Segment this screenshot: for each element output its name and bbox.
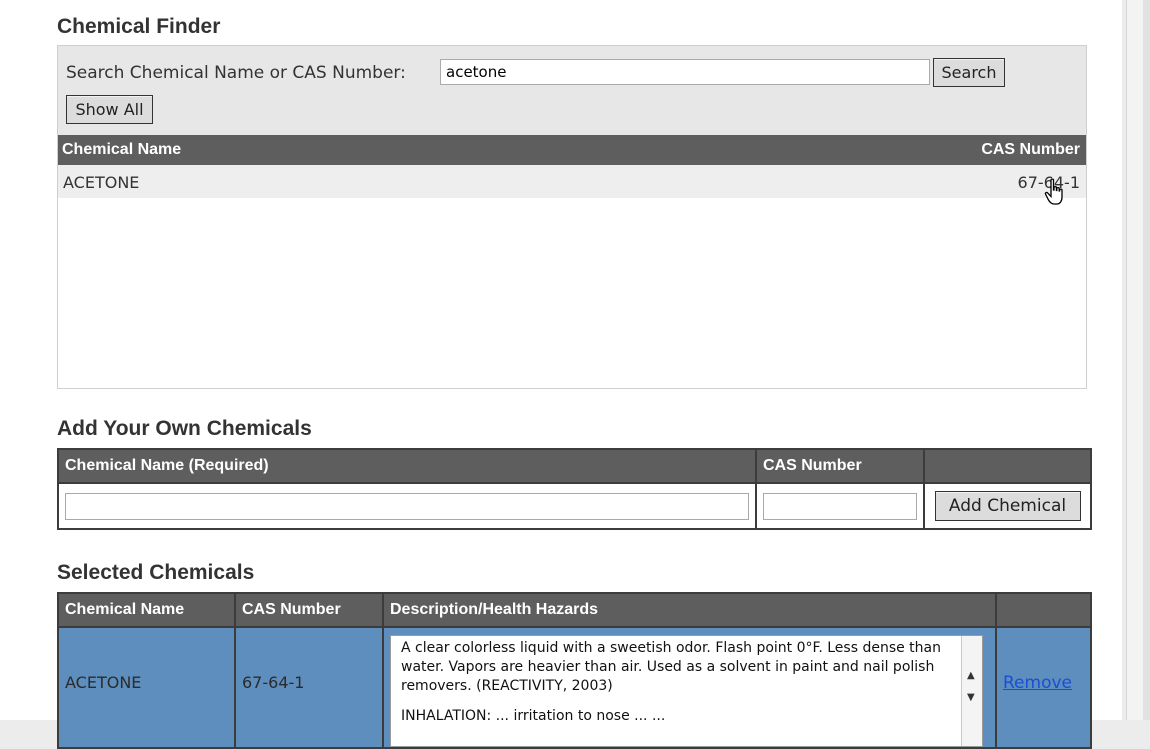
column-cas-number: CAS Number [981,141,1080,158]
search-label: Search Chemical Name or CAS Number: [66,63,406,83]
column-chemical-name: Chemical Name [62,141,182,158]
column-description: Description/Health Hazards [382,592,997,628]
add-chemical-button[interactable]: Add Chemical [934,491,1081,521]
column-chemical-name: Chemical Name [57,592,236,628]
description-more-text: INHALATION: ... irritation to nose ... .… [401,708,666,724]
description-scrollbar[interactable]: ▲ ▼ [961,636,982,746]
column-action [923,448,1092,484]
show-all-button[interactable]: Show All [66,95,153,124]
window-edge [1143,0,1150,720]
column-cas-number: CAS Number [234,592,384,628]
column-chemical-name-required: Chemical Name (Required) [57,448,757,484]
remove-link[interactable]: Remove [1003,673,1072,693]
add-own-title: Add Your Own Chemicals [57,417,312,440]
hand-pointer-icon [1044,178,1063,205]
result-row[interactable]: ACETONE 67-64-1 [58,165,1086,198]
selected-chemicals-title: Selected Chemicals [57,561,255,584]
add-own-table: Chemical Name (Required) CAS Number Add … [57,448,1092,530]
page-content: Chemical Finder Search Chemical Name or … [0,0,1122,749]
search-button[interactable]: Search [933,58,1005,87]
selected-chemical-name: ACETONE [57,626,236,749]
result-chemical-name: ACETONE [63,173,140,192]
chemical-name-field[interactable] [65,492,749,520]
search-bar: Search Chemical Name or CAS Number: Sear… [58,46,1086,135]
window-scrollbar[interactable] [1126,0,1144,720]
description-textarea[interactable]: A clear colorless liquid with a sweetish… [390,635,983,747]
search-input[interactable] [440,59,930,85]
chemical-finder-panel: Search Chemical Name or CAS Number: Sear… [57,45,1087,389]
selected-chemicals-table: Chemical Name CAS Number Description/Hea… [57,592,1092,749]
cas-number-field[interactable] [763,492,917,520]
column-cas-number: CAS Number [755,448,925,484]
description-text: A clear colorless liquid with a sweetish… [401,640,941,694]
selected-row: ACETONE 67-64-1 A clear colorless liquid… [57,626,1092,749]
triangle-up-icon[interactable]: ▲ [967,666,975,685]
results-header: Chemical Name CAS Number [58,135,1086,165]
selected-cas-number: 67-64-1 [234,626,384,749]
column-action [995,592,1092,628]
triangle-down-icon[interactable]: ▼ [967,688,975,707]
chemical-finder-title: Chemical Finder [57,15,221,38]
